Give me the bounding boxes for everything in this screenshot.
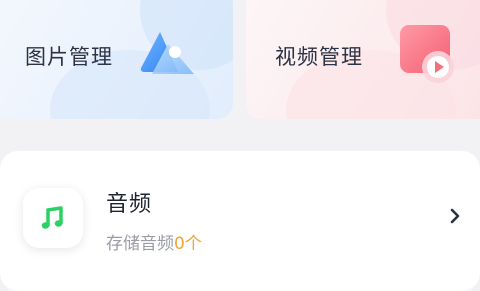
- image-mountain-icon: [140, 32, 194, 74]
- audio-subtitle-prefix: 存储音频: [106, 234, 174, 254]
- image-management-label: 图片管理: [25, 45, 113, 69]
- video-play-icon: [400, 25, 454, 83]
- audio-list-card[interactable]: 音频 存储音频0个: [0, 151, 480, 291]
- video-management-card[interactable]: 视频管理: [246, 0, 480, 119]
- music-note-icon: [39, 204, 67, 232]
- audio-subtitle: 存储音频0个: [106, 229, 202, 254]
- chevron-right-icon[interactable]: [449, 208, 461, 224]
- video-management-label: 视频管理: [275, 45, 363, 69]
- image-management-card[interactable]: 图片管理: [0, 0, 233, 119]
- audio-count: 0个: [174, 234, 202, 254]
- audio-icon-box: [23, 188, 83, 248]
- audio-title: 音频: [106, 192, 153, 217]
